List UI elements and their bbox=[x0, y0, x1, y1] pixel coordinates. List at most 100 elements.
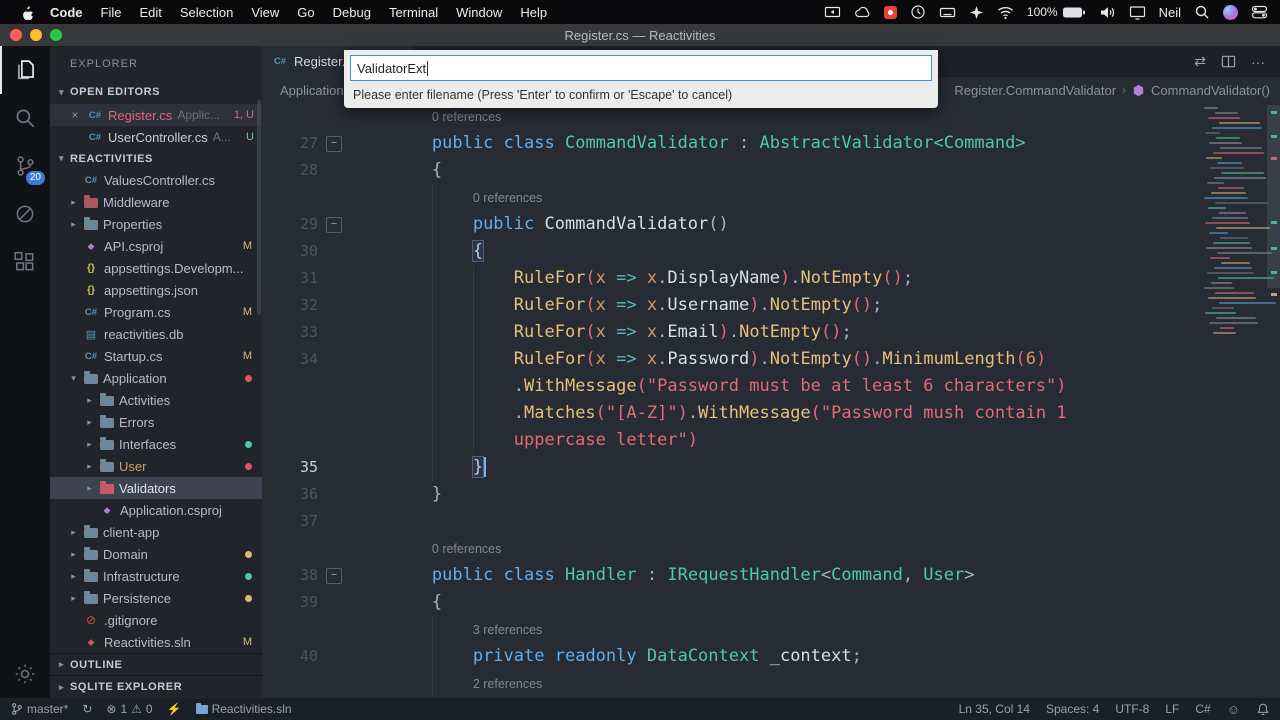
tree-item-Activities[interactable]: ▸ Activities bbox=[50, 389, 262, 411]
tree-item-Domain[interactable]: ▸ Domain bbox=[50, 543, 262, 565]
menu-item-view[interactable]: View bbox=[242, 5, 288, 20]
battery-indicator[interactable]: 100% bbox=[1027, 5, 1086, 19]
activity-source-control[interactable]: 20 bbox=[0, 142, 50, 190]
tree-item-Application.csproj[interactable]: ◆ Application.csproj bbox=[50, 499, 262, 521]
star-icon[interactable] bbox=[969, 5, 984, 20]
codelens-label[interactable]: 0 references bbox=[432, 542, 501, 556]
split-editor-icon[interactable]: ⇄ bbox=[1194, 53, 1206, 70]
fold-icon[interactable]: − bbox=[326, 567, 342, 584]
problems-indicator[interactable]: ⊗ 1 ⚠ 0 bbox=[106, 702, 152, 716]
tree-item-User[interactable]: ▸ User bbox=[50, 455, 262, 477]
tree-item-Program.cs[interactable]: C# Program.cs M bbox=[50, 301, 262, 323]
tree-item-reactivities.db[interactable]: ▤ reactivities.db bbox=[50, 323, 262, 345]
codelens-label[interactable]: 3 references bbox=[473, 623, 542, 637]
cloud-icon[interactable] bbox=[854, 4, 871, 20]
menu-item-terminal[interactable]: Terminal bbox=[380, 5, 447, 20]
menu-item-code[interactable]: Code bbox=[41, 5, 92, 20]
menu-item-file[interactable]: File bbox=[92, 5, 131, 20]
status-dot bbox=[245, 462, 252, 470]
time-machine-icon[interactable] bbox=[910, 4, 926, 20]
json-file-icon: {} bbox=[87, 262, 95, 274]
keyboard-icon[interactable] bbox=[939, 4, 956, 20]
item-label: Program.cs bbox=[104, 304, 171, 320]
eol-indicator[interactable]: LF bbox=[1165, 702, 1179, 716]
layout-icon[interactable] bbox=[1221, 54, 1236, 69]
activity-settings[interactable] bbox=[0, 650, 50, 698]
filename-input[interactable]: ValidatorExt bbox=[350, 55, 932, 81]
tree-item-Infrastructure[interactable]: ▸ Infrastructure bbox=[50, 565, 262, 587]
tree-item-Interfaces[interactable]: ▸ Interfaces bbox=[50, 433, 262, 455]
menu-item-help[interactable]: Help bbox=[511, 5, 556, 20]
volume-icon[interactable] bbox=[1099, 5, 1116, 20]
section-open-editors[interactable]: ▾ OPEN EDITORS bbox=[50, 80, 262, 104]
codelens-label[interactable]: 2 references bbox=[473, 677, 542, 691]
menu-item-selection[interactable]: Selection bbox=[171, 5, 242, 20]
section-sqlite-explorer[interactable]: ▸ SQLITE EXPLORER bbox=[50, 675, 262, 698]
code-editor[interactable]: 0 references 27− public class CommandVali… bbox=[262, 103, 1280, 698]
open-editor-UserController.cs[interactable]: C# UserController.cs A... U bbox=[50, 126, 262, 148]
tree-item-appsettings.Developm...[interactable]: {} appsettings.Developm... bbox=[50, 257, 262, 279]
scrollbar-thumb[interactable] bbox=[1267, 105, 1280, 288]
notifications-bell-icon[interactable] bbox=[1256, 702, 1270, 717]
line-col-indicator[interactable]: Ln 35, Col 14 bbox=[959, 702, 1030, 716]
tree-item-Errors[interactable]: ▸ Errors bbox=[50, 411, 262, 433]
tree-item-ValuesController.cs[interactable]: C# ValuesController.cs bbox=[50, 169, 262, 191]
line-number bbox=[262, 103, 318, 130]
breadcrumb-item-method[interactable]: CommandValidator() bbox=[1151, 83, 1270, 98]
minimap[interactable] bbox=[1200, 103, 1276, 698]
more-actions-icon[interactable]: ··· bbox=[1251, 54, 1265, 70]
branch-indicator[interactable]: master* bbox=[10, 702, 68, 716]
sidebar-scrollbar[interactable] bbox=[257, 100, 261, 315]
tree-item-client-app[interactable]: ▸ client-app bbox=[50, 521, 262, 543]
apple-menu-icon[interactable] bbox=[12, 5, 41, 20]
menu-item-debug[interactable]: Debug bbox=[324, 5, 380, 20]
recording-indicator[interactable] bbox=[883, 5, 897, 19]
activity-search[interactable] bbox=[0, 94, 50, 142]
breadcrumb-item-application[interactable]: Application bbox=[280, 83, 344, 98]
feedback-smiley-icon[interactable]: ☺ bbox=[1227, 702, 1240, 717]
overview-mark bbox=[1271, 221, 1277, 224]
menu-item-go[interactable]: Go bbox=[288, 5, 323, 20]
sqlite-status[interactable]: ⚡ bbox=[167, 702, 182, 716]
display-icon[interactable] bbox=[1129, 4, 1146, 20]
branch-name: master* bbox=[27, 702, 69, 716]
activity-extensions[interactable] bbox=[0, 238, 50, 286]
siri-icon[interactable] bbox=[1223, 4, 1238, 20]
tree-item-Application[interactable]: ▾ Application bbox=[50, 367, 262, 389]
sync-button[interactable]: ↻ bbox=[82, 702, 92, 716]
tree-item-API.csproj[interactable]: ◆ API.csproj M bbox=[50, 235, 262, 257]
item-label: ValuesController.cs bbox=[104, 172, 216, 188]
menu-item-edit[interactable]: Edit bbox=[130, 5, 170, 20]
breadcrumb-item-class[interactable]: Register.CommandValidator bbox=[954, 83, 1116, 98]
tree-item-Validators[interactable]: ▸ Validators bbox=[50, 477, 262, 499]
activity-debug[interactable] bbox=[0, 190, 50, 238]
text-caret bbox=[427, 60, 429, 76]
codelens-label[interactable]: 0 references bbox=[432, 110, 501, 124]
tree-item-Middleware[interactable]: ▸ Middleware bbox=[50, 191, 262, 213]
tree-item-appsettings.json[interactable]: {} appsettings.json bbox=[50, 279, 262, 301]
indent-indicator[interactable]: Spaces: 4 bbox=[1046, 702, 1099, 716]
menu-item-window[interactable]: Window bbox=[447, 5, 511, 20]
tree-item-Properties[interactable]: ▸ Properties bbox=[50, 213, 262, 235]
language-indicator[interactable]: C# bbox=[1195, 702, 1210, 716]
control-center-icon[interactable] bbox=[1251, 4, 1268, 20]
open-editor-Register.cs[interactable]: × C# Register.cs Applic... 1, U bbox=[50, 104, 262, 126]
user-menu[interactable]: Neil bbox=[1159, 5, 1181, 20]
screen-mirroring-icon[interactable] bbox=[824, 4, 841, 20]
wifi-icon[interactable] bbox=[997, 5, 1014, 20]
encoding-indicator[interactable]: UTF-8 bbox=[1115, 702, 1149, 716]
close-icon[interactable]: × bbox=[68, 108, 82, 122]
spotlight-icon[interactable] bbox=[1194, 4, 1210, 20]
fold-icon[interactable]: − bbox=[326, 216, 342, 233]
tree-item-Reactivities.sln[interactable]: ◆ Reactivities.sln M bbox=[50, 631, 262, 653]
tree-item-Startup.cs[interactable]: C# Startup.cs M bbox=[50, 345, 262, 367]
csproj-file-icon: ◆ bbox=[87, 240, 95, 251]
fold-icon[interactable]: − bbox=[326, 135, 342, 152]
activity-explorer[interactable] bbox=[0, 46, 50, 94]
solution-indicator[interactable]: Reactivities.sln bbox=[195, 702, 292, 716]
section-workspace[interactable]: ▾ REACTIVITIES bbox=[50, 148, 262, 169]
section-outline[interactable]: ▸ OUTLINE bbox=[50, 653, 262, 675]
tree-item-.gitignore[interactable]: ⊘ .gitignore bbox=[50, 609, 262, 631]
codelens-label[interactable]: 0 references bbox=[473, 191, 542, 205]
tree-item-Persistence[interactable]: ▸ Persistence bbox=[50, 587, 262, 609]
